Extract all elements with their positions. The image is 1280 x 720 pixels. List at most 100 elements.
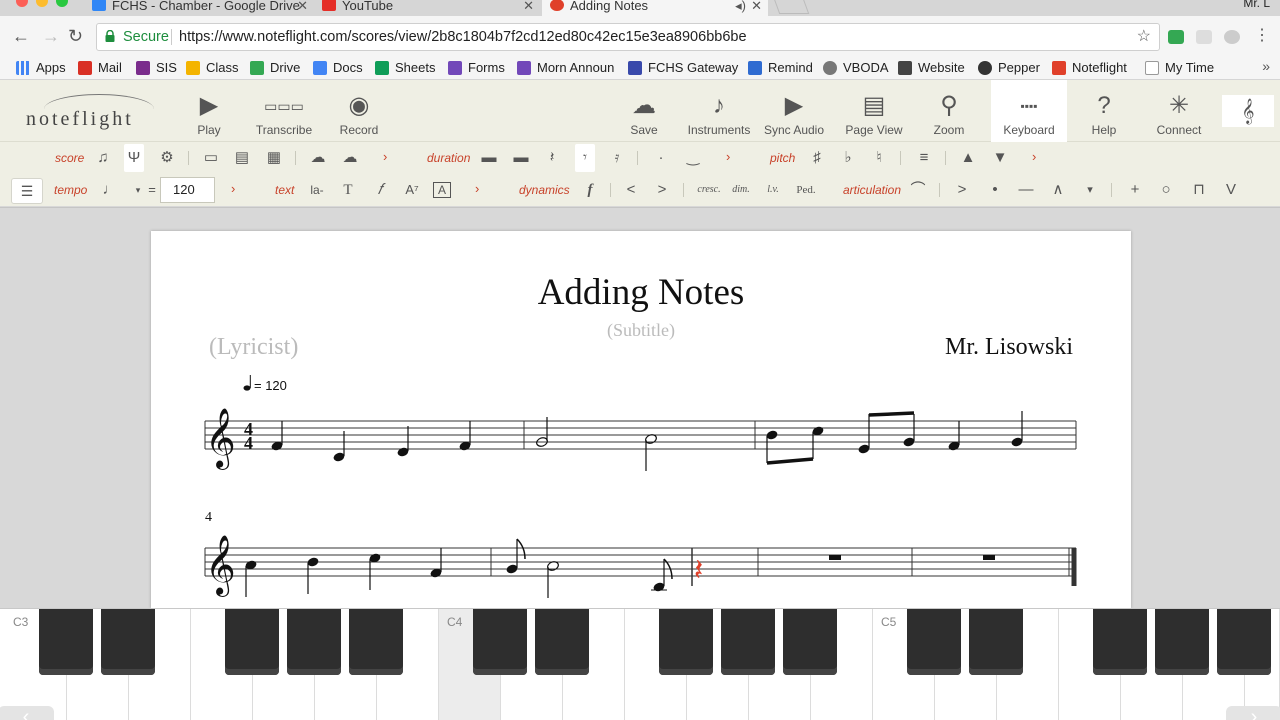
piano-key-c-sharp-3[interactable] [39, 609, 93, 675]
cloud-download-icon[interactable]: ☁ [340, 148, 360, 168]
browser-tab-youtube[interactable]: YouTube ✕ [314, 0, 540, 16]
bookmark-my-time[interactable]: My Time [1145, 58, 1214, 78]
gear-icon[interactable]: ⚙ [157, 148, 177, 168]
natural-icon[interactable]: ♮ [869, 148, 889, 168]
expand-arrow-icon[interactable]: › [383, 149, 387, 164]
connect-button[interactable]: ✳ Connect [1141, 88, 1217, 142]
classroom-extension-icon[interactable] [1168, 30, 1184, 44]
flat-icon[interactable]: ♭ [838, 148, 858, 168]
articulation-palette-label[interactable]: articulation [843, 183, 901, 197]
selected-rest-icon[interactable]: 𝄽 [694, 553, 703, 588]
decrescendo-hairpin-icon[interactable]: > [652, 180, 672, 200]
measure-8[interactable] [983, 555, 995, 560]
score-palette-label[interactable]: score [55, 151, 84, 165]
staff-2[interactable] [204, 547, 1077, 586]
lv-button[interactable]: l.v. [763, 180, 783, 200]
bookmark-pepper[interactable]: Pepper [978, 58, 1040, 78]
piano-keyboard[interactable]: C3 C4 C5 ‹ › [0, 608, 1280, 720]
measure-2[interactable] [535, 417, 657, 471]
keyboard-scroll-left-icon[interactable]: ‹ [0, 706, 54, 720]
down-bow-icon[interactable]: ⊓ [1189, 180, 1209, 200]
piano-key-f-sharp-4[interactable] [659, 609, 713, 675]
piano-key-d-sharp-3[interactable] [101, 609, 155, 675]
bookmark-vboda[interactable]: VBODA [823, 58, 889, 78]
harmonic-icon[interactable]: ○ [1156, 180, 1176, 200]
help-button[interactable]: ? Help [1066, 88, 1142, 142]
record-button[interactable]: ◉ Record [321, 88, 397, 142]
keyboard-scroll-right-icon[interactable]: › [1226, 706, 1280, 720]
maximize-window-button[interactable] [56, 0, 68, 7]
speaker-icon[interactable]: ◂) [735, 0, 746, 16]
tempo-input[interactable]: 120 [160, 177, 215, 203]
slur-icon[interactable]: ⌒ [908, 180, 928, 200]
menu-kebab-icon[interactable]: ⋮ [1254, 26, 1270, 46]
whole-rest-icon[interactable]: ▬ [479, 148, 499, 168]
pitch-down-icon[interactable]: ▼ [990, 148, 1010, 168]
tempo-palette-label[interactable]: tempo [54, 183, 87, 197]
close-tab-icon[interactable]: ✕ [523, 0, 534, 16]
piano-key-a-sharp-4[interactable] [783, 609, 837, 675]
duration-palette-label[interactable]: duration [427, 151, 470, 165]
bookmark-website[interactable]: Website [898, 58, 965, 78]
bookmark-forms[interactable]: Forms [448, 58, 505, 78]
close-tab-icon[interactable]: ✕ [297, 0, 308, 16]
tempo-marking[interactable]: = 120 [243, 375, 287, 393]
zoom-button[interactable]: ⚲ Zoom [911, 88, 987, 142]
sixteenth-rest-icon[interactable]: 𝄿 [607, 148, 627, 168]
piano-key-d-sharp-5[interactable] [969, 609, 1023, 675]
stopped-icon[interactable]: + [1125, 180, 1145, 200]
extension-icon[interactable] [1196, 30, 1212, 44]
boxed-text-icon[interactable]: A [433, 182, 451, 198]
back-arrow-icon[interactable]: ← [12, 26, 30, 46]
text-palette-label[interactable]: text [275, 183, 294, 197]
play-button[interactable]: ▶ Play [171, 88, 247, 142]
pitch-up-icon[interactable]: ▲ [958, 148, 978, 168]
profile-label[interactable]: Mr. L [1243, 0, 1270, 10]
tie-icon[interactable]: ‿ [683, 148, 703, 168]
expression-icon[interactable]: 𝑓 [370, 180, 390, 200]
superscript-icon[interactable]: A⁷ [402, 180, 422, 200]
browser-tab-adding-notes[interactable]: Adding Notes ◂) ✕ [542, 0, 768, 16]
dot-icon[interactable]: · [651, 148, 671, 168]
pitch-palette-label[interactable]: pitch [770, 151, 795, 165]
forte-icon[interactable]: f [580, 180, 600, 200]
piano-key-f-sharp-3[interactable] [225, 609, 279, 675]
close-tab-icon[interactable]: ✕ [751, 0, 762, 16]
crescendo-hairpin-icon[interactable]: < [621, 180, 641, 200]
lyric-button[interactable]: la- [307, 180, 327, 200]
page-view-button[interactable]: ▤ Page View [836, 88, 912, 142]
staccato-icon[interactable]: • [985, 180, 1005, 200]
cloud-upload-icon[interactable]: ☁ [308, 148, 328, 168]
bookmark-class[interactable]: Class [186, 58, 239, 78]
piano-key-g-sharp-4[interactable] [721, 609, 775, 675]
measure-3[interactable] [765, 411, 1023, 465]
bookmark-mail[interactable]: Mail [78, 58, 122, 78]
piano-key-a-sharp-3[interactable] [349, 609, 403, 675]
piano-key-a-sharp-5[interactable] [1217, 609, 1271, 675]
tuning-fork-icon[interactable]: Ψ [124, 144, 144, 172]
dim-button[interactable]: dim. [731, 180, 751, 200]
hamburger-menu-icon[interactable]: ☰ [11, 178, 43, 204]
minimize-window-button[interactable] [36, 0, 48, 7]
time-signature[interactable]: 4 4 [244, 419, 253, 453]
piano-key-c-sharp-4[interactable] [473, 609, 527, 675]
more-bookmarks-icon[interactable]: » [1262, 58, 1270, 74]
up-bow-icon[interactable]: V [1221, 180, 1241, 200]
eighth-rest-icon[interactable]: 𝄾 [575, 144, 595, 172]
quarter-rest-icon[interactable]: 𝄽 [542, 148, 562, 168]
sharp-icon[interactable]: ♯ [807, 148, 827, 168]
noteflight-logo[interactable]: noteflight [26, 108, 134, 131]
new-tab-button[interactable] [772, 0, 810, 14]
piano-key-c-sharp-5[interactable] [907, 609, 961, 675]
part-icon[interactable]: ▦ [264, 148, 284, 168]
quarter-note-icon[interactable]: ♩ [100, 180, 120, 200]
expand-arrow-icon[interactable]: › [231, 181, 235, 196]
bookmark-sis[interactable]: SIS [136, 58, 177, 78]
bookmark-star-icon[interactable]: ☆ [1137, 24, 1151, 50]
browser-tab-drive[interactable]: FCHS - Chamber - Google Drive ✕ [84, 0, 314, 16]
bookmark-noteflight[interactable]: Noteflight [1052, 58, 1127, 78]
url-text[interactable]: https://www.noteflight.com/scores/view/2… [179, 24, 747, 50]
address-bar[interactable]: Secure https://www.noteflight.com/scores… [96, 23, 1160, 51]
piano-key-g-sharp-3[interactable] [287, 609, 341, 675]
instruments-button[interactable]: ♪ Instruments [681, 88, 757, 142]
